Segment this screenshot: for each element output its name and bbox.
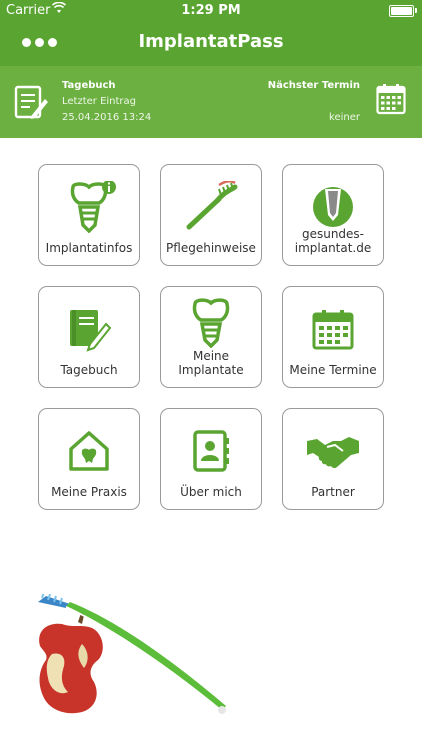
diary-icon xyxy=(39,303,139,355)
toothbrush-icon xyxy=(161,181,261,233)
practice-house-icon xyxy=(39,425,139,477)
tile-meine-praxis[interactable]: Meine Praxis xyxy=(38,408,140,510)
status-time: 1:29 PM xyxy=(181,3,241,18)
app-header-area: Carrier 1:29 PM ImplantatPass Tagebuch L… xyxy=(0,0,422,138)
diary-edit-icon xyxy=(14,83,48,125)
tile-partner[interactable]: Partner xyxy=(282,408,384,510)
last-entry-label: Letzter Eintrag xyxy=(62,96,137,107)
next-appointment-value: keiner xyxy=(329,112,360,123)
battery-icon xyxy=(389,5,414,17)
tile-label: Meine Termine xyxy=(289,363,377,377)
calendar-icon xyxy=(376,83,406,119)
next-appointment-title: Nächster Termin xyxy=(267,80,360,91)
tile-label: Partner xyxy=(311,485,355,499)
battery-tip xyxy=(415,8,417,13)
tile-pflegehinweise[interactable]: Pflegehinweise xyxy=(160,164,262,266)
apple-toothbrush-illustration xyxy=(26,591,236,724)
navigation-bar: ImplantatPass xyxy=(0,22,422,64)
handshake-icon xyxy=(283,425,383,477)
tile-ueber-mich[interactable]: Über mich xyxy=(160,408,262,510)
calendar-icon xyxy=(283,303,383,355)
tile-label: gesundes- implantat.de xyxy=(294,227,372,255)
tile-meine-termine[interactable]: Meine Termine xyxy=(282,286,384,388)
tile-label: Tagebuch xyxy=(60,363,118,377)
website-logo-icon xyxy=(283,181,383,233)
tile-tagebuch[interactable]: Tagebuch xyxy=(38,286,140,388)
tile-implantatinfos[interactable]: Implantatinfos xyxy=(38,164,140,266)
tile-label: Über mich xyxy=(180,485,242,499)
tile-meine-implantate[interactable]: Meine Implantate xyxy=(160,286,262,388)
tile-label: Meine Praxis xyxy=(51,485,127,499)
app-title: ImplantatPass xyxy=(138,31,284,52)
implant-info-icon xyxy=(39,181,139,233)
tile-label: Meine Implantate xyxy=(178,349,244,377)
tile-label: Pflegehinweise xyxy=(166,241,256,255)
status-bar: Carrier 1:29 PM xyxy=(0,0,422,22)
contact-book-icon xyxy=(161,425,261,477)
tile-gesundes-implantat[interactable]: gesundes- implantat.de xyxy=(282,164,384,266)
tile-label: Implantatinfos xyxy=(45,241,133,255)
diary-title: Tagebuch xyxy=(62,80,116,91)
last-entry-date: 25.04.2016 13:24 xyxy=(62,112,152,123)
implant-icon xyxy=(161,297,261,349)
summary-bar[interactable]: Tagebuch Letzter Eintrag 25.04.2016 13:2… xyxy=(0,66,422,138)
